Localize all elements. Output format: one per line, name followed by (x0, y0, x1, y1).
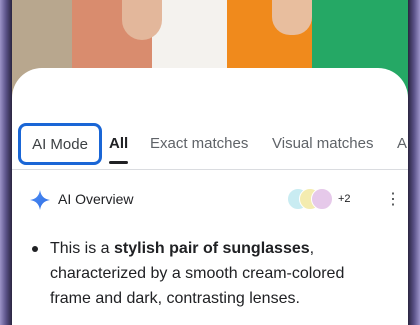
more-options-icon[interactable]: ⋮ (385, 190, 401, 210)
tab-ai-mode-label: AI Mode (32, 135, 88, 153)
tab-all[interactable]: All (109, 135, 129, 164)
source-count: +2 (338, 193, 351, 205)
bullet-point (32, 246, 38, 252)
sparkle-icon (30, 190, 50, 210)
device-frame-right (408, 0, 420, 325)
source-avatar (311, 188, 333, 210)
search-tabs: AI Mode All Exact matches Visual matches… (12, 123, 408, 169)
overview-paragraph: This is a stylish pair of sunglasses, ch… (50, 240, 345, 307)
tab-exact-matches[interactable]: Exact matches (150, 135, 248, 152)
tab-overflow[interactable]: A (397, 135, 407, 152)
highlighted-phrase: stylish pair of sunglasses (114, 240, 310, 257)
tabs-divider (12, 169, 408, 170)
device-frame-left (0, 0, 12, 325)
tab-visual-matches[interactable]: Visual matches (272, 135, 373, 152)
ai-overview-label: AI Overview (58, 191, 134, 207)
source-avatars[interactable]: +2 (287, 188, 357, 212)
ai-overview-header: AI Overview +2 ⋮ (30, 188, 401, 212)
results-sheet: AI Mode All Exact matches Visual matches… (12, 68, 408, 325)
tab-ai-mode[interactable]: AI Mode (18, 123, 102, 165)
